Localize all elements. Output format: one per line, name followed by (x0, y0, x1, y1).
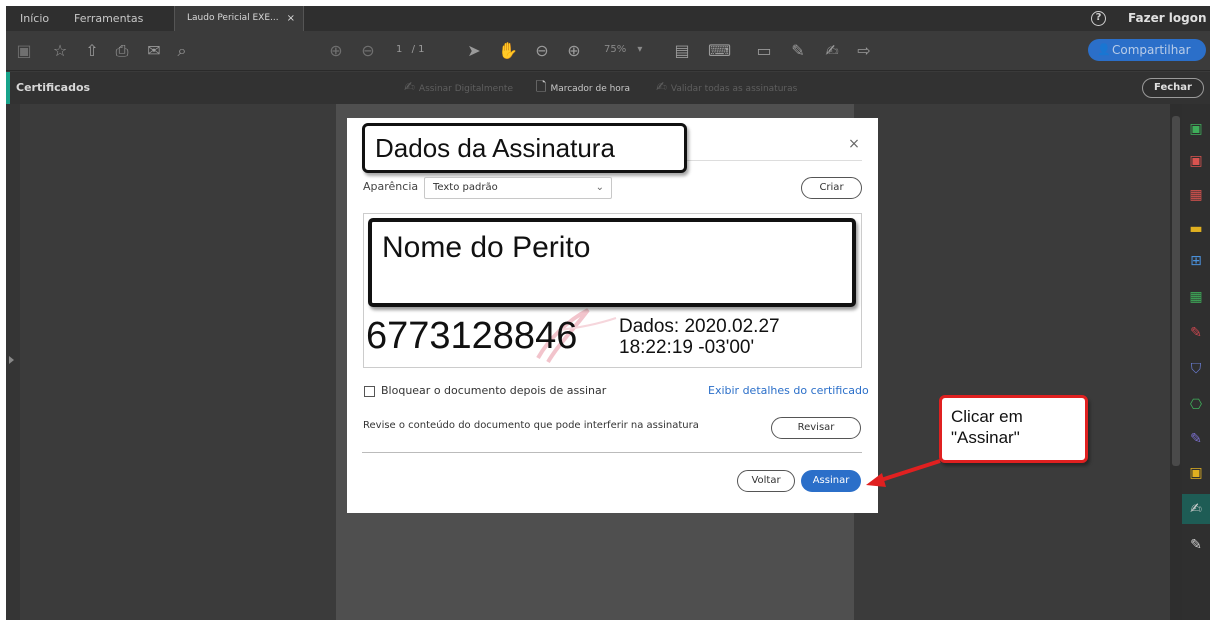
dialog-title: Dados da Assinatura (362, 123, 687, 173)
help-icon[interactable]: ? (1091, 11, 1106, 26)
organize-pages-icon[interactable]: ▦ (1187, 186, 1205, 204)
pen-icon[interactable]: ✎ (788, 41, 808, 61)
cert-accent (6, 72, 10, 104)
enhance-scan-icon[interactable]: ⎔ (1187, 396, 1205, 414)
toolbar: ▣ ☆ ⇧ ⎙ ✉ ⌕ ⊕ ⊖ 1 / 1 ➤ ✋ ⊖ ⊕ 75% ▾ ▤ ⌨ … (6, 31, 1210, 71)
callout-line2: "Assinar" (951, 428, 1020, 447)
lock-document-checkbox[interactable] (364, 386, 375, 397)
share-button[interactable]: 👤 Compartilhar (1088, 39, 1206, 61)
appearance-label: Aparência (363, 180, 419, 193)
appearance-value: Texto padrão (433, 182, 498, 193)
instruction-callout: Clicar em "Assinar" (939, 395, 1088, 463)
close-icon[interactable]: × (846, 136, 862, 152)
sign-icon: ✍ (404, 80, 415, 95)
tab-home[interactable]: Início (20, 6, 49, 31)
chevron-down-icon: ⌄ (595, 182, 604, 193)
validate-all-label: Validar todas as assinaturas (670, 84, 798, 94)
prepare-form-icon[interactable]: ▣ (1187, 464, 1205, 482)
timestamp-icon: 🗋 (536, 80, 547, 95)
keyboard-icon[interactable]: ⌨ (708, 41, 731, 61)
tab-document[interactable]: Laudo Pericial EXE... × (174, 6, 304, 31)
sign-digitally-button[interactable]: ✍ Assinar Digitalmente (404, 72, 513, 104)
fill-sign-icon[interactable]: ✎ (1187, 324, 1205, 342)
page-total: / 1 (411, 44, 425, 55)
back-button[interactable]: Voltar (737, 470, 795, 492)
share-link-icon[interactable]: ⇨ (854, 41, 874, 61)
callout-line1: Clicar em (951, 407, 1023, 426)
left-panel-toggle[interactable] (6, 104, 20, 620)
user-add-icon: 👤 (1097, 43, 1111, 56)
upload-icon[interactable]: ⇧ (82, 41, 102, 61)
tools-rail: ▣ ▣ ▦ ▬ ⊞ ▦ ✎ ⛉ ⎔ ✎ ▣ ✍ ✎ (1182, 104, 1210, 620)
more-tools-icon[interactable]: ✎ (1187, 536, 1205, 554)
edit-pdf-icon[interactable]: ▦ (1187, 288, 1205, 306)
chevron-down-icon: ▾ (637, 44, 643, 55)
signer-id: 6773128846 (366, 315, 578, 357)
review-hint: Revise o conteúdo do documento que pode … (363, 420, 699, 431)
comment-tool-icon[interactable]: ▬ (1187, 220, 1205, 238)
hand-icon[interactable]: ✋ (498, 41, 518, 61)
page-down-icon[interactable]: ⊖ (358, 41, 378, 61)
login-link[interactable]: Fazer logon (1128, 6, 1207, 31)
tab-bar: Início Ferramentas Laudo Pericial EXE...… (6, 6, 1210, 31)
signer-name-box: Nome do Perito (368, 218, 856, 307)
validate-all-button[interactable]: ✍ Validar todas as assinaturas (656, 72, 797, 104)
zoom-in-icon[interactable]: ⊕ (564, 41, 584, 61)
save-icon[interactable]: ▣ (14, 41, 34, 61)
dialog-footer-line (362, 452, 862, 453)
signature-date-line1: Dados: 2020.02.27 (619, 316, 780, 337)
tab-tools[interactable]: Ferramentas (74, 6, 143, 31)
callout-arrow-icon (866, 459, 941, 487)
sign-digitally-label: Assinar Digitalmente (418, 84, 513, 94)
search-icon[interactable]: ⌕ (172, 41, 192, 61)
tab-document-label: Laudo Pericial EXE... (187, 13, 279, 23)
protect-icon[interactable]: ⛉ (1187, 360, 1205, 378)
cert-title: Certificados (16, 81, 91, 94)
email-icon[interactable]: ✉ (144, 41, 164, 61)
zoom-select[interactable]: 75% ▾ (604, 41, 664, 59)
zoom-value: 75% (604, 44, 627, 55)
timestamp-label: Marcador de hora (550, 84, 631, 94)
sign-icon[interactable]: ✍ (822, 41, 842, 61)
combine-icon[interactable]: ⊞ (1187, 252, 1205, 270)
export-pdf-icon[interactable]: ▣ (1187, 152, 1205, 170)
share-label: Compartilhar (1112, 43, 1191, 57)
expand-arrow-icon (9, 356, 14, 364)
send-sign-icon[interactable]: ✎ (1187, 430, 1205, 448)
close-icon[interactable]: × (287, 6, 295, 31)
certificates-icon[interactable]: ✍ (1187, 500, 1205, 518)
appearance-select[interactable]: Texto padrão ⌄ (424, 177, 612, 199)
page-fit-icon[interactable]: ▤ (672, 41, 692, 61)
scrollbar-thumb[interactable] (1172, 116, 1180, 466)
validate-icon: ✍ (656, 80, 667, 95)
zoom-out-icon[interactable]: ⊖ (532, 41, 552, 61)
signature-date-line2: 18:22:19 -03'00' (619, 337, 755, 358)
lock-document-label[interactable]: Bloquear o documento depois de assinar (381, 384, 606, 397)
certificates-bar: Certificados ✍ Assinar Digitalmente 🗋 Marc… (6, 72, 1210, 104)
page-indicator[interactable]: 1 / 1 (396, 41, 434, 59)
certificate-details-link[interactable]: Exibir detalhes do certificado (708, 384, 869, 397)
star-icon[interactable]: ☆ (50, 41, 70, 61)
page-up-icon[interactable]: ⊕ (326, 41, 346, 61)
signature-date: Dados: 2020.02.27 18:22:19 -03'00' (619, 316, 859, 358)
page-current[interactable]: 1 (396, 44, 402, 55)
vertical-scrollbar[interactable] (1170, 104, 1182, 620)
print-icon[interactable]: ⎙ (112, 41, 132, 61)
timestamp-button[interactable]: 🗋 Marcador de hora (536, 72, 630, 104)
create-pdf-icon[interactable]: ▣ (1187, 120, 1205, 138)
select-cursor-icon[interactable]: ➤ (464, 41, 484, 61)
create-button[interactable]: Criar (801, 177, 862, 199)
sign-button[interactable]: Assinar (801, 470, 861, 492)
comment-icon[interactable]: ▭ (754, 41, 774, 61)
close-tool-button[interactable]: Fechar (1142, 78, 1204, 98)
review-button[interactable]: Revisar (771, 417, 861, 439)
